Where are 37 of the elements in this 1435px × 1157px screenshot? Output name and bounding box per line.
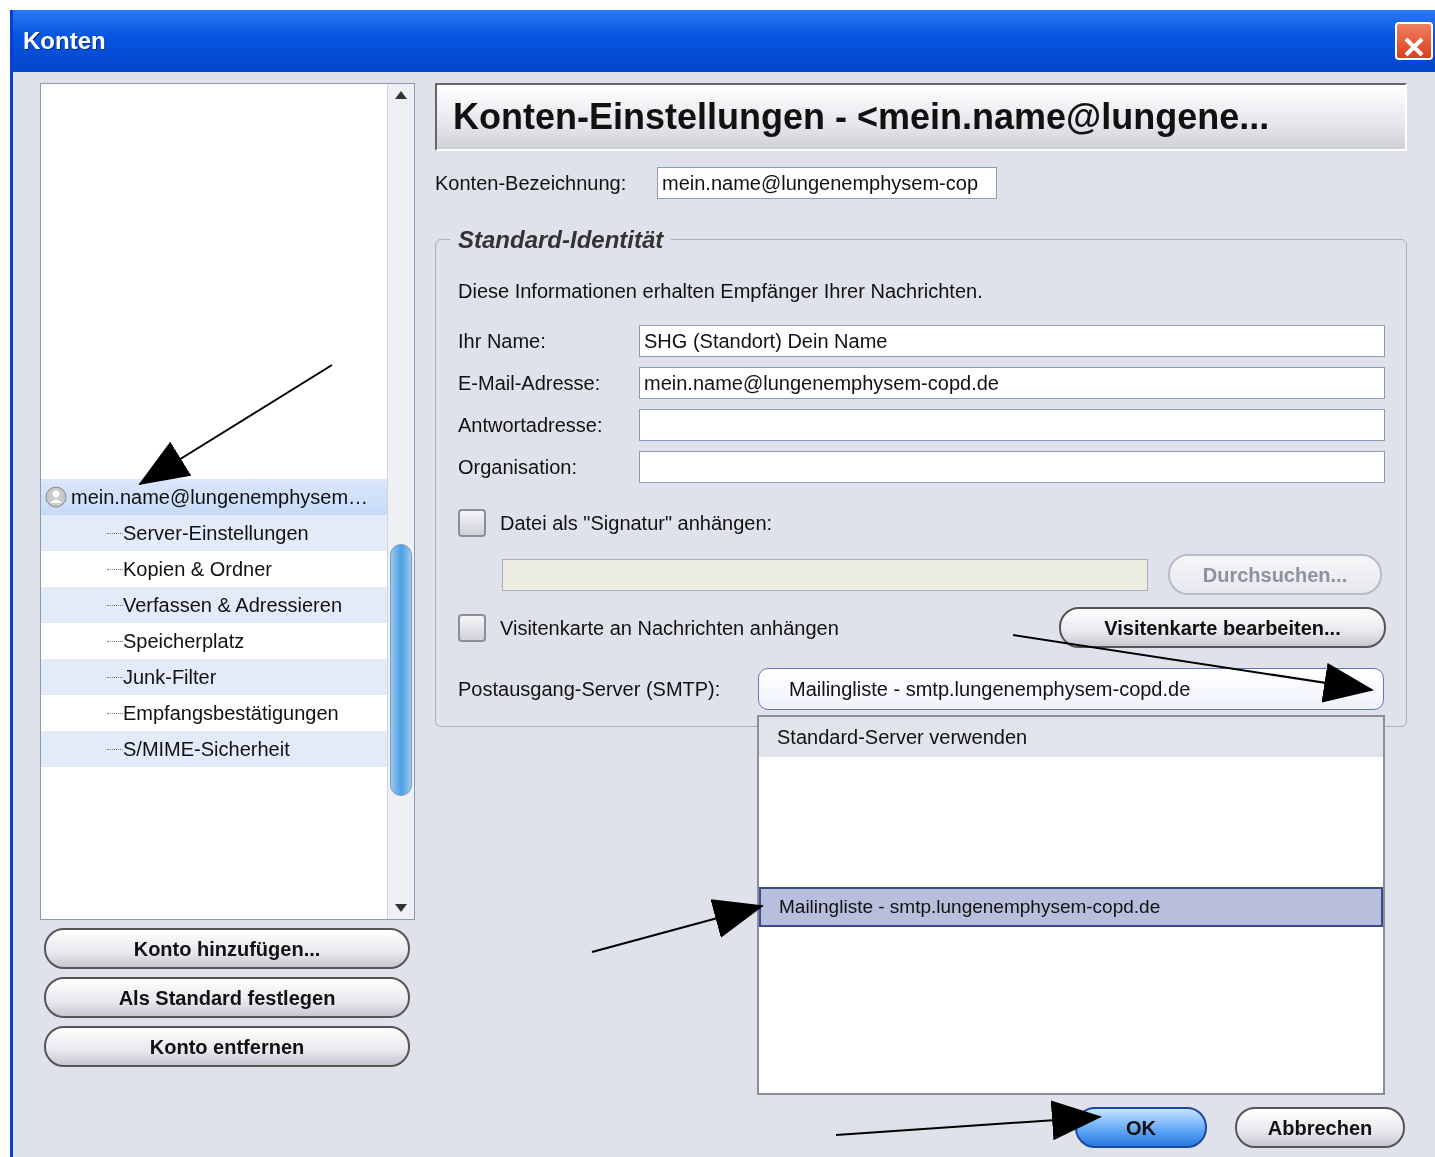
description-text: Diese Informationen erhalten Empfänger Ihrer Nachrichten. <box>458 279 984 304</box>
tree-item[interactable]: Kopien & Ordner <box>123 554 272 584</box>
dropdown-field[interactable]: Mailingliste - smtp.lungenemphysem-copd.de <box>758 668 1384 710</box>
input-field[interactable]: mein.name@lungenemphysem-cop <box>657 167 997 199</box>
push-button[interactable]: Konto hinzufügen... <box>44 928 410 969</box>
field-label: Antwortadresse: <box>458 413 604 438</box>
input-field[interactable]: mein.name@lungenemphysem-copd.de <box>639 367 1385 399</box>
close-icon[interactable] <box>1395 22 1433 60</box>
scroll-thumb[interactable] <box>390 544 412 796</box>
field-label: Postausgang-Server (SMTP): <box>458 677 722 702</box>
scroll-up-arrow-icon[interactable] <box>395 91 407 99</box>
input-field[interactable] <box>639 409 1385 441</box>
field-label: Organisation: <box>458 455 578 480</box>
checkbox[interactable] <box>458 509 486 537</box>
tree-item[interactable]: mein.name@lungenemphysem… <box>41 479 387 515</box>
window-title: Konten <box>23 26 106 56</box>
dropdown-option[interactable]: Standard-Server verwenden <box>759 717 1383 757</box>
input-field[interactable]: SHG (Standort) Dein Name <box>639 325 1385 357</box>
push-button[interactable]: Als Standard festlegen <box>44 977 410 1018</box>
field-label: Konten-Bezeichnung: <box>435 171 628 196</box>
panel-heading: Konten-Einstellungen - <mein.name@lungene... <box>435 83 1407 151</box>
push-button[interactable]: OK <box>1075 1107 1207 1148</box>
field-label: E-Mail-Adresse: <box>458 371 602 396</box>
checkbox-label: Visitenkarte an Nachrichten anhängen <box>500 615 840 641</box>
tree-item[interactable]: Empfangsbestätigungen <box>123 698 339 728</box>
scroll-down-arrow-icon[interactable] <box>395 904 407 912</box>
input-field[interactable] <box>639 451 1385 483</box>
checkbox-label: Datei als "Signatur" anhängen: <box>500 511 773 536</box>
push-button[interactable]: Visitenkarte bearbeiten... <box>1059 607 1386 648</box>
push-button[interactable]: Abbrechen <box>1235 1107 1405 1148</box>
dropdown-option[interactable]: Mailingliste - smtp.lungenemphysem-copd.de <box>759 887 1383 927</box>
scrollbar[interactable] <box>387 84 414 919</box>
account-icon <box>45 486 67 508</box>
field-label: Ihr Name: <box>458 329 547 354</box>
checkbox[interactable] <box>458 613 486 642</box>
tree-item[interactable]: Speicherplatz <box>123 626 245 656</box>
push-button[interactable]: Konto entfernen <box>44 1026 410 1067</box>
